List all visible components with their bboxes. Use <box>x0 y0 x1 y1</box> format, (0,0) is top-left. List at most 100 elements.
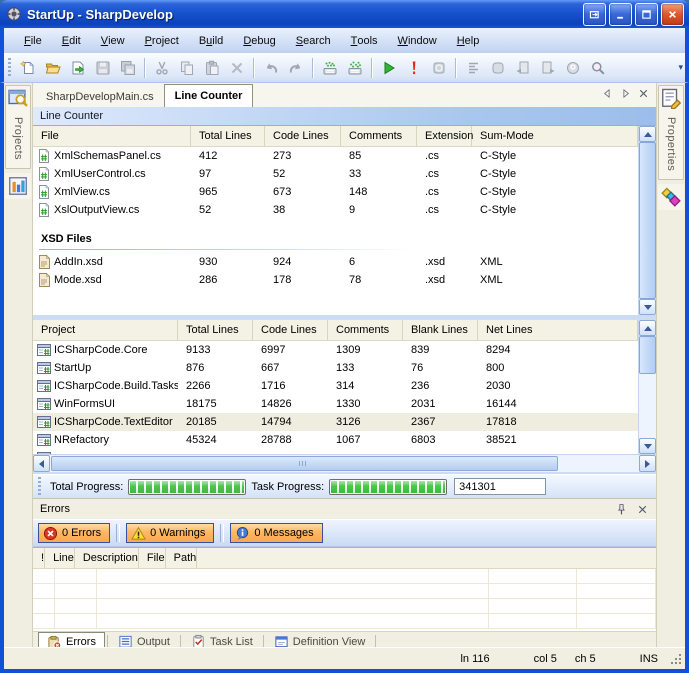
row-cell: .cs <box>417 150 472 162</box>
column-header-file[interactable]: File <box>139 548 166 568</box>
row-cell: 52 <box>265 168 341 180</box>
table-row[interactable]: ICSharpCode.Build.Tasks22661716314236203… <box>33 377 638 395</box>
projects-scrollbar[interactable] <box>638 320 656 454</box>
menu-help[interactable]: Help <box>447 28 490 53</box>
row-cell: .xsd <box>417 274 472 286</box>
errors-panel: Errors 0 Errors0 Warnings0 Messages !Lin… <box>33 498 656 631</box>
table-header-row: !LineDescriptionFilePath <box>33 548 656 569</box>
column-header-path[interactable]: Path <box>166 548 198 568</box>
project-icon <box>36 342 52 358</box>
column-header-total-lines[interactable]: Total Lines <box>191 126 265 146</box>
sidebar-tab-projects[interactable]: Projects <box>5 85 31 169</box>
scroll-left-button[interactable] <box>33 455 50 472</box>
tab-sharpdevelopmain-cs[interactable]: SharpDevelopMain.cs <box>36 87 164 107</box>
column-header-code-lines[interactable]: Code Lines <box>265 126 341 146</box>
statusbar-grip[interactable] <box>38 477 41 497</box>
table-row[interactable]: Mode.xsd28617878.xsdXML <box>33 271 638 289</box>
close-button[interactable] <box>637 87 650 103</box>
scrollbar-thumb[interactable] <box>639 336 656 374</box>
column-header-code-lines[interactable]: Code Lines <box>253 320 328 340</box>
menu-tools[interactable]: Tools <box>341 28 388 53</box>
table-row[interactable]: XmlSchemasPanel.cs41227385.csC-Style <box>33 147 638 165</box>
toolbar-grip[interactable] <box>8 58 11 78</box>
horizontal-scrollbar[interactable] <box>33 454 656 472</box>
save-as-button[interactable] <box>66 57 89 79</box>
row-cell: 667 <box>253 362 328 374</box>
table-row[interactable]: StartUp87666713376800 <box>33 359 638 377</box>
column-header-[interactable]: ! <box>33 548 45 568</box>
table-row[interactable]: XslOutputView.cs52389.csC-Style <box>33 201 638 219</box>
column-header-description[interactable]: Description <box>75 548 139 568</box>
arrow-right-icon <box>645 460 654 468</box>
build-button[interactable] <box>318 57 341 79</box>
new-file-button[interactable] <box>16 57 39 79</box>
0-warnings-filter-button[interactable]: 0 Warnings <box>126 523 214 543</box>
detach-window-button[interactable] <box>583 3 606 26</box>
row-name: ICSharpCode.TextEditor <box>33 414 178 430</box>
menu-search[interactable]: Search <box>286 28 341 53</box>
column-header-sum-mode[interactable]: Sum-Mode <box>472 126 638 146</box>
column-header-blank-lines[interactable]: Blank Lines <box>403 320 478 340</box>
scrollbar-thumb[interactable] <box>639 142 656 299</box>
tab-line-counter[interactable]: Line Counter <box>164 84 254 107</box>
table-row[interactable]: AddIn.xsd9309246.xsdXML <box>33 253 638 271</box>
row-cell: 6 <box>341 256 417 268</box>
menu-file[interactable]: File <box>14 28 52 53</box>
table-row[interactable]: WinFormsUI18175148261330203116144 <box>33 395 638 413</box>
nav-left-button[interactable] <box>601 87 614 103</box>
scroll-down-button[interactable] <box>639 299 656 315</box>
files-scrollbar[interactable] <box>638 126 656 315</box>
close-icon[interactable] <box>636 503 649 516</box>
menu-debug[interactable]: Debug <box>233 28 285 53</box>
undo-icon <box>263 60 279 76</box>
column-header-extension[interactable]: Extension <box>417 126 472 146</box>
empty-cell <box>97 599 489 614</box>
table-row[interactable]: XmlView.cs965673148.csC-Style <box>33 183 638 201</box>
open-folder-button[interactable] <box>41 57 64 79</box>
row-cell: 2030 <box>478 380 638 392</box>
document-tab-bar: SharpDevelopMain.csLine Counter <box>33 83 656 107</box>
scrollbar-thumb[interactable] <box>51 456 558 471</box>
minimize-button[interactable] <box>609 3 632 26</box>
run-button[interactable] <box>377 57 400 79</box>
scroll-up-button[interactable] <box>639 126 656 142</box>
column-header-project[interactable]: Project <box>33 320 178 340</box>
pin-icon[interactable] <box>615 503 628 516</box>
menu-project[interactable]: Project <box>135 28 189 53</box>
column-header-total-lines[interactable]: Total Lines <box>178 320 253 340</box>
scroll-right-button[interactable] <box>639 455 656 472</box>
menu-window[interactable]: Window <box>388 28 447 53</box>
table-row[interactable]: NRefactory45324287881067680338521 <box>33 431 638 449</box>
abort-button[interactable] <box>402 57 425 79</box>
column-header-comments[interactable]: Comments <box>341 126 417 146</box>
sidebar-tab-classes[interactable] <box>5 173 31 199</box>
total-progress-bar <box>128 479 246 495</box>
column-header-file[interactable]: File <box>33 126 191 146</box>
menu-view[interactable]: View <box>91 28 135 53</box>
maximize-button[interactable] <box>635 3 658 26</box>
table-row[interactable]: XmlUserControl.cs975233.csC-Style <box>33 165 638 183</box>
search-button[interactable] <box>586 57 609 79</box>
0-errors-filter-button[interactable]: 0 Errors <box>38 523 110 543</box>
toolbar-separator <box>116 524 120 542</box>
column-header-comments[interactable]: Comments <box>328 320 403 340</box>
nav-right-button[interactable] <box>619 87 632 103</box>
resize-grip[interactable] <box>670 653 682 665</box>
row-cell: 2266 <box>178 380 253 392</box>
title-bar[interactable]: StartUp - SharpDevelop <box>0 0 689 28</box>
0-messages-filter-button[interactable]: 0 Messages <box>230 523 322 543</box>
table-row[interactable]: ICSharpCode.TextEditor201851479431262367… <box>33 413 638 431</box>
column-header-line[interactable]: Line <box>45 548 75 568</box>
toolbar-overflow-chevron[interactable]: ▾ <box>678 62 683 73</box>
column-header-net-lines[interactable]: Net Lines <box>478 320 638 340</box>
sidebar-tab-properties[interactable]: Properties <box>658 85 684 180</box>
scroll-down-button[interactable] <box>639 438 656 454</box>
sidebar-tab-toolbox[interactable] <box>658 184 684 210</box>
table-row[interactable]: ICSharpCode.Core9133699713098398294 <box>33 341 638 359</box>
rebuild-button[interactable] <box>343 57 366 79</box>
scroll-up-button[interactable] <box>639 320 656 336</box>
close-button[interactable] <box>661 3 684 26</box>
project-icon <box>36 396 52 412</box>
menu-build[interactable]: Build <box>189 28 233 53</box>
menu-edit[interactable]: Edit <box>52 28 91 53</box>
